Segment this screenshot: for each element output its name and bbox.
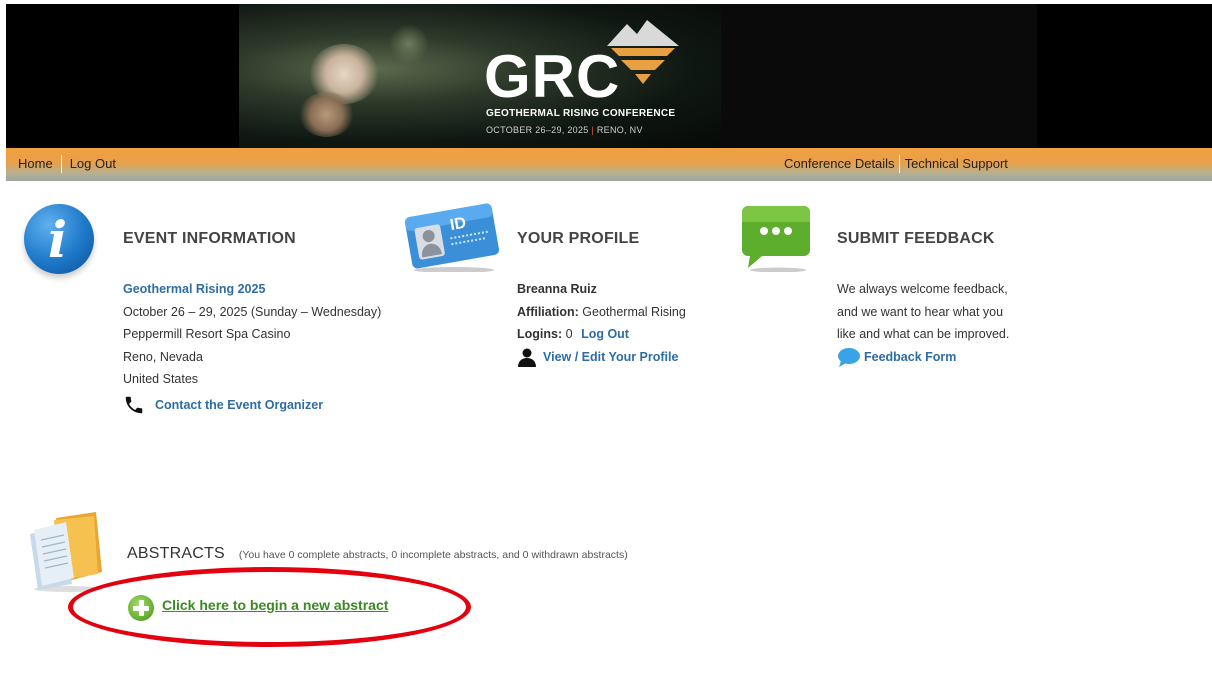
- nav-home[interactable]: Home: [18, 156, 53, 174]
- feedback-text-3: like and what can be improved.: [837, 327, 1010, 341]
- profile-details: Breanna Ruiz Affiliation: Geothermal Ris…: [517, 278, 686, 368]
- feedback-text-1: We always welcome feedback,: [837, 282, 1008, 296]
- logins-value: 0: [565, 327, 573, 341]
- nav-technical-support[interactable]: Technical Support: [905, 156, 1008, 174]
- profile-heading: YOUR PROFILE: [517, 230, 640, 247]
- nav-divider: [898, 155, 900, 173]
- person-icon: [518, 348, 536, 367]
- info-icon: i: [24, 204, 94, 274]
- conference-date: OCTOBER 26–29, 2025 | RENO, NV: [486, 125, 643, 135]
- chat-bubble-icon: [742, 206, 810, 272]
- conference-name: GEOTHERMAL RISING CONFERENCE: [486, 108, 676, 119]
- event-dates: October 26 – 29, 2025 (Sunday – Wednesda…: [123, 304, 382, 319]
- feedback-text-2: and we want to hear what you: [837, 304, 1004, 319]
- contact-organizer-row: Contact the Event Organizer: [123, 394, 381, 417]
- nav-logout[interactable]: Log Out: [70, 156, 116, 174]
- abstracts-header: ABSTRACTS (You have 0 complete abstracts…: [127, 545, 628, 563]
- profile-logout-link[interactable]: Log Out: [581, 327, 629, 341]
- affiliation-label: Affiliation:: [517, 304, 579, 319]
- event-name-link[interactable]: Geothermal Rising 2025: [123, 278, 381, 301]
- profile-logins: Logins: 0 Log Out: [517, 323, 686, 346]
- speech-bubble-icon: [838, 347, 860, 367]
- nav-left: Home Log Out: [18, 155, 116, 174]
- edit-profile-row: View / Edit Your Profile: [517, 346, 686, 369]
- date-separator: |: [591, 125, 595, 135]
- grc-logo-text: GRC: [484, 43, 621, 110]
- edit-profile-link[interactable]: View / Edit Your Profile: [543, 346, 678, 369]
- profile-name: Breanna Ruiz: [517, 282, 597, 296]
- feedback-heading: SUBMIT FEEDBACK: [837, 230, 995, 247]
- phone-icon: [125, 396, 143, 413]
- nav-divider: [60, 155, 62, 173]
- abstracts-heading: ABSTRACTS: [127, 545, 225, 562]
- feedback-form-link[interactable]: Feedback Form: [864, 346, 956, 369]
- event-info-heading: EVENT INFORMATION: [123, 230, 296, 247]
- header-banner: GRC GEOTHERMAL RISING CONFERENCE OCTOBER…: [6, 4, 1212, 148]
- banner-image: GRC GEOTHERMAL RISING CONFERENCE OCTOBER…: [239, 4, 721, 148]
- documents-folder-icon: [30, 512, 102, 592]
- conference-date-text: OCTOBER 26–29, 2025: [486, 125, 589, 135]
- nav-conference-details[interactable]: Conference Details: [784, 156, 895, 174]
- event-info-details: Geothermal Rising 2025 October 26 – 29, …: [123, 278, 381, 416]
- profile-affiliation: Affiliation: Geothermal Rising: [517, 301, 686, 324]
- conference-location: RENO, NV: [596, 125, 643, 135]
- svg-text:ID: ID: [449, 215, 468, 235]
- feedback-form-row: Feedback Form: [837, 346, 1009, 369]
- feedback-details: We always welcome feedback, and we want …: [837, 278, 1009, 368]
- banner-right-panel: [721, 4, 1037, 148]
- nav-bar: Home Log Out Conference Details Technica…: [6, 148, 1212, 181]
- contact-organizer-link[interactable]: Contact the Event Organizer: [155, 394, 323, 417]
- logins-label: Logins:: [517, 327, 563, 341]
- nav-right: Conference Details Technical Support: [784, 155, 1008, 174]
- event-country: United States: [123, 372, 199, 386]
- event-city: Reno, Nevada: [123, 349, 203, 364]
- highlight-annotation: [68, 567, 471, 647]
- abstracts-summary: (You have 0 complete abstracts, 0 incomp…: [238, 549, 628, 561]
- affiliation-value: Geothermal Rising: [582, 304, 686, 319]
- id-card-icon: ID: [404, 203, 500, 272]
- event-venue: Peppermill Resort Spa Casino: [123, 327, 291, 341]
